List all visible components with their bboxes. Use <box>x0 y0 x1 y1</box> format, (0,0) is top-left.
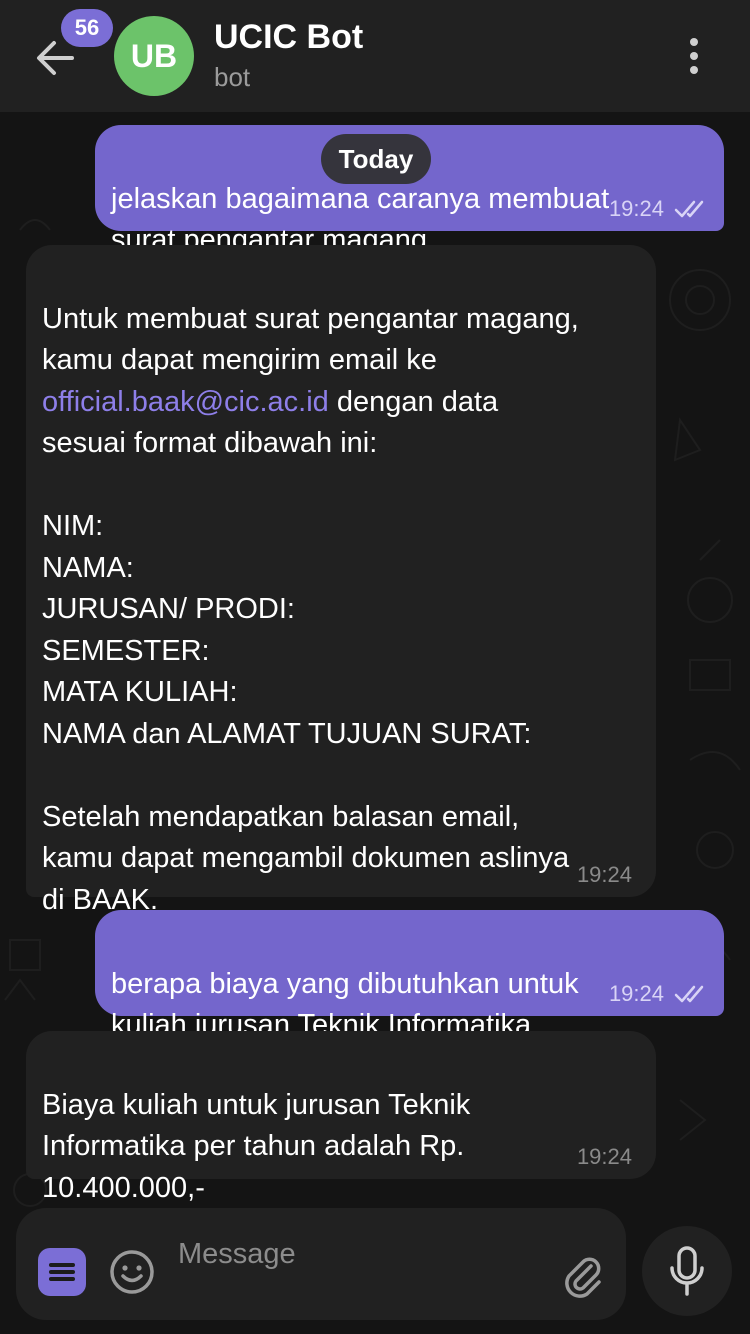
unread-count-badge: 56 <box>61 9 113 47</box>
message-time: 19:24 <box>576 862 632 887</box>
message-bubble-outgoing[interactable]: berapa biaya yang dibutuhkan untuk kulia… <box>95 910 724 1041</box>
microphone-button[interactable] <box>642 1226 732 1316</box>
chat-header: 56 UB UCIC Bot bot <box>0 0 750 112</box>
message-time: 19:24 <box>576 1144 632 1169</box>
date-separator: Today <box>321 134 431 184</box>
double-check-icon <box>674 200 704 218</box>
message-composer: Message <box>16 1208 626 1320</box>
message-text: dengan data sesuai format dibawah ini: N… <box>42 385 570 916</box>
message-text: Untuk membuat surat pengantar magang, ka… <box>42 302 579 377</box>
message-bubble-incoming[interactable]: Untuk membuat surat pengantar magang, ka… <box>26 245 656 916</box>
double-check-icon <box>674 985 704 1003</box>
microphone-icon <box>670 1246 704 1296</box>
chat-subtitle: bot <box>214 62 251 92</box>
paperclip-icon[interactable] <box>558 1250 606 1298</box>
message-time: 19:24 <box>608 981 664 1006</box>
message-input[interactable]: Message <box>178 1234 538 1274</box>
message-time: 19:24 <box>608 196 664 221</box>
email-link[interactable]: official.baak@cic.ac.id <box>42 386 329 418</box>
message-bubble-incoming[interactable]: Biaya kuliah untuk jurusan Teknik Inform… <box>26 1031 656 1204</box>
emoji-icon[interactable] <box>108 1248 156 1296</box>
more-vertical-icon[interactable] <box>676 34 712 78</box>
chat-title[interactable]: UCIC Bot <box>214 18 363 57</box>
avatar[interactable]: UB <box>114 16 194 96</box>
message-text: berapa biaya yang dibutuhkan untuk kulia… <box>111 967 579 1042</box>
bot-menu-icon <box>49 1263 75 1281</box>
bot-menu-button[interactable] <box>38 1248 86 1296</box>
